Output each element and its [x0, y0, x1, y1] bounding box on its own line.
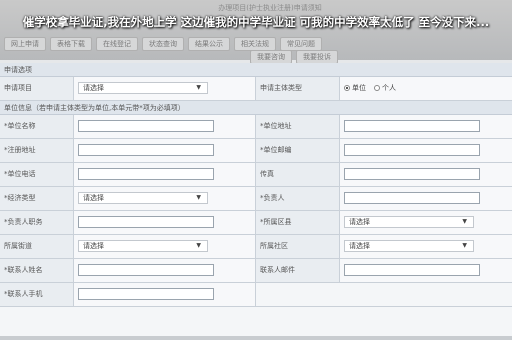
overlay-headline: 催学校拿毕业证,我在外地上学 这边催我的中学毕业证 可我的中学效率太低了 至今没… — [22, 15, 490, 29]
street-cell: 请选择 ▼ — [74, 235, 256, 258]
radio-individual-label: 个人 — [382, 84, 396, 92]
unit-phone-label: *单位电话 — [0, 163, 74, 186]
unit-name-cell — [74, 115, 256, 138]
nav-button-consult[interactable]: 我要咨询 — [250, 50, 292, 64]
contact-mobile-label: *联系人手机 — [0, 283, 74, 306]
nav-row-primary: 网上申请 表格下载 在线登记 状态查询 结果公示 相关法规 常见问题 — [4, 37, 322, 51]
radio-unselected-icon — [374, 85, 380, 91]
contact-name-label: *联系人姓名 — [0, 259, 74, 282]
contact-email-cell — [340, 259, 512, 282]
district-cell: 请选择 ▼ — [340, 211, 512, 234]
apply-item-select[interactable]: 请选择 ▼ — [78, 82, 208, 94]
document-title: 办理项目(护士执业注册)申请须知 — [218, 4, 322, 12]
contact-mobile-cell — [74, 283, 256, 306]
form-row: *负责人职务 *所属区县 请选择 ▼ — [0, 211, 512, 235]
community-cell: 请选择 ▼ — [340, 235, 512, 258]
dropdown-arrow-icon: ▼ — [462, 218, 467, 225]
nav-button-complain[interactable]: 我要投诉 — [296, 50, 338, 64]
contact-name-cell — [74, 259, 256, 282]
dropdown-arrow-icon: ▼ — [462, 242, 467, 249]
radio-unit-label: 单位 — [352, 84, 366, 92]
section-apply-options: 申请选项 — [0, 63, 512, 77]
street-label: 所属街道 — [0, 235, 74, 258]
contact-email-input[interactable] — [344, 264, 480, 276]
district-select-value: 请选择 — [349, 218, 370, 226]
radio-unit[interactable]: 单位 — [344, 83, 366, 93]
economic-type-cell: 请选择 ▼ — [74, 187, 256, 210]
subject-type-radio-group: 单位 个人 — [344, 83, 396, 93]
community-select-value: 请选择 — [349, 242, 370, 250]
form-row: *经济类型 请选择 ▼ *负责人 — [0, 187, 512, 211]
unit-address-label: *单位地址 — [256, 115, 340, 138]
unit-address-input[interactable] — [344, 120, 480, 132]
dropdown-arrow-icon: ▼ — [196, 194, 201, 201]
form-row: *联系人姓名 联系人邮件 — [0, 259, 512, 283]
contact-email-label: 联系人邮件 — [256, 259, 340, 282]
radio-individual[interactable]: 个人 — [374, 83, 396, 93]
form-row: *单位电话 传真 — [0, 163, 512, 187]
economic-type-label: *经济类型 — [0, 187, 74, 210]
economic-type-select-value: 请选择 — [83, 194, 104, 202]
person-in-charge-label: *负责人 — [256, 187, 340, 210]
nav-button-result-notice[interactable]: 结果公示 — [188, 37, 230, 51]
form-row: 所属街道 请选择 ▼ 所属社区 请选择 ▼ — [0, 235, 512, 259]
unit-phone-cell — [74, 163, 256, 186]
nav-row-secondary: 我要咨询 我要投诉 — [250, 50, 338, 64]
person-in-charge-input[interactable] — [344, 192, 480, 204]
person-in-charge-title-label: *负责人职务 — [0, 211, 74, 234]
community-label: 所属社区 — [256, 235, 340, 258]
nav-button-faq[interactable]: 常见问题 — [280, 37, 322, 51]
section-unit-info: 单位信息（若申请主体类型为单位,本单元带*项为必填项） — [0, 101, 512, 115]
unit-name-input[interactable] — [78, 120, 214, 132]
fax-label: 传真 — [256, 163, 340, 186]
nav-button-online-register[interactable]: 在线登记 — [96, 37, 138, 51]
form-row: *联系人手机 — [0, 283, 512, 307]
contact-mobile-input[interactable] — [78, 288, 214, 300]
apply-item-cell: 请选择 ▼ — [74, 77, 256, 100]
district-label: *所属区县 — [256, 211, 340, 234]
registered-address-label: *注册地址 — [0, 139, 74, 162]
dropdown-arrow-icon: ▼ — [196, 242, 201, 249]
person-in-charge-title-cell — [74, 211, 256, 234]
contact-name-input[interactable] — [78, 264, 214, 276]
nav-button-regulations[interactable]: 相关法规 — [234, 37, 276, 51]
registered-address-cell — [74, 139, 256, 162]
street-select[interactable]: 请选择 ▼ — [78, 240, 208, 252]
unit-postcode-input[interactable] — [344, 144, 480, 156]
fax-cell — [340, 163, 512, 186]
form-row: *注册地址 *单位邮编 — [0, 139, 512, 163]
unit-postcode-cell — [340, 139, 512, 162]
dropdown-arrow-icon: ▼ — [196, 84, 201, 91]
subject-type-cell: 单位 个人 — [340, 77, 512, 100]
unit-phone-input[interactable] — [78, 168, 214, 180]
nav-button-online-apply[interactable]: 网上申请 — [4, 37, 46, 51]
person-in-charge-title-input[interactable] — [78, 216, 214, 228]
unit-postcode-label: *单位邮编 — [256, 139, 340, 162]
bottom-divider — [0, 336, 512, 340]
radio-selected-icon — [344, 85, 350, 91]
community-select[interactable]: 请选择 ▼ — [344, 240, 474, 252]
subject-type-label: 申请主体类型 — [256, 77, 340, 100]
nav-button-status-query[interactable]: 状态查询 — [142, 37, 184, 51]
form-row-apply-item: 申请项目 请选择 ▼ 申请主体类型 单位 个人 — [0, 77, 512, 101]
apply-item-select-value: 请选择 — [83, 84, 104, 92]
person-in-charge-cell — [340, 187, 512, 210]
unit-name-label: *单位名称 — [0, 115, 74, 138]
fax-input[interactable] — [344, 168, 480, 180]
street-select-value: 请选择 — [83, 242, 104, 250]
nav-button-form-download[interactable]: 表格下载 — [50, 37, 92, 51]
unit-address-cell — [340, 115, 512, 138]
economic-type-select[interactable]: 请选择 ▼ — [78, 192, 208, 204]
district-select[interactable]: 请选择 ▼ — [344, 216, 474, 228]
form-row: *单位名称 *单位地址 — [0, 115, 512, 139]
application-form: 申请选项 申请项目 请选择 ▼ 申请主体类型 单位 个人 单位信息（若申请主体类 — [0, 63, 512, 340]
apply-item-label: 申请项目 — [0, 77, 74, 100]
registered-address-input[interactable] — [78, 144, 214, 156]
